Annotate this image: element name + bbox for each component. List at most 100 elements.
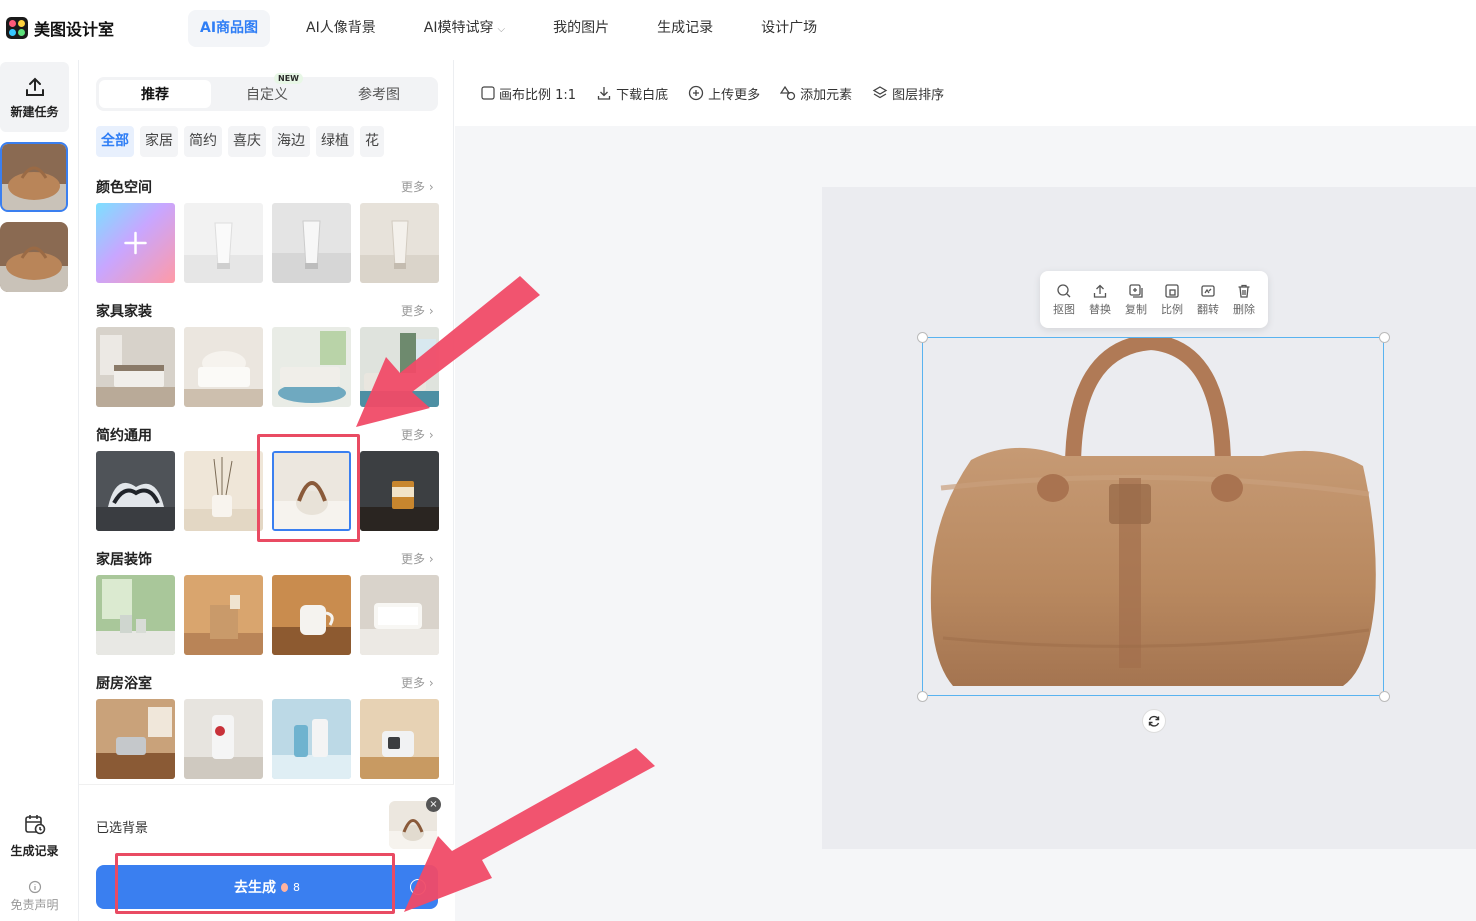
section-title: 家居装饰 xyxy=(96,552,152,568)
ratio-button[interactable]: 比例 xyxy=(1161,283,1183,317)
chip-plants[interactable]: 绿植 xyxy=(316,126,354,157)
resize-handle[interactable] xyxy=(917,332,928,343)
template-tile-custom-color[interactable] xyxy=(96,203,175,283)
resize-handle[interactable] xyxy=(1379,691,1390,702)
trash-icon xyxy=(1238,284,1250,298)
app-logo[interactable]: 美图设计室 xyxy=(6,16,114,40)
rotate-icon xyxy=(1148,715,1160,727)
chip-flowers[interactable]: 花 xyxy=(360,126,384,157)
more-link[interactable]: 更多 › xyxy=(401,178,434,195)
rotate-handle[interactable] xyxy=(1142,709,1166,733)
disclaimer-link[interactable]: 免责声明 xyxy=(0,880,69,913)
delete-button[interactable]: 删除 xyxy=(1233,283,1255,317)
template-tile[interactable] xyxy=(360,451,439,531)
copy-icon xyxy=(1129,283,1143,298)
template-panel: 推荐 自定义 NEW 参考图 全部 家居 简约 喜庆 海边 绿植 花 颜色空间 更… xyxy=(78,60,454,921)
product-image xyxy=(930,338,1376,686)
template-tile[interactable] xyxy=(184,203,263,283)
copy-button[interactable]: 复制 xyxy=(1125,283,1147,317)
chip-festive[interactable]: 喜庆 xyxy=(228,126,266,157)
section-title: 家具家装 xyxy=(96,304,152,320)
info-icon[interactable]: ! xyxy=(410,879,426,895)
template-tile[interactable] xyxy=(184,451,263,531)
template-tabs: 推荐 自定义 NEW 参考图 xyxy=(96,73,438,111)
product-selection-box[interactable] xyxy=(922,337,1384,696)
template-tile[interactable] xyxy=(272,327,351,407)
shapes-icon xyxy=(780,85,796,101)
upload-more-button[interactable]: 上传更多 xyxy=(688,84,760,103)
main-nav: AI商品图 AI人像背景 AI模特试穿 ⌵ 我的图片 生成记录 设计广场 xyxy=(188,10,853,47)
canvas-ratio-toggle[interactable]: 画布比例 1:1 xyxy=(481,84,576,103)
new-task-button[interactable]: 新建任务 xyxy=(0,62,69,132)
resize-handle[interactable] xyxy=(1379,332,1390,343)
template-row xyxy=(96,699,439,779)
nav-item-history[interactable]: 生成记录 xyxy=(645,10,725,47)
nav-item-my-images[interactable]: 我的图片 xyxy=(541,10,621,47)
cutout-icon xyxy=(1057,283,1071,297)
template-tile[interactable] xyxy=(96,327,175,407)
generate-button[interactable]: 去生成 8 ! xyxy=(96,865,438,909)
chip-simple[interactable]: 简约 xyxy=(184,126,222,157)
chevron-down-icon: ⌵ xyxy=(497,24,506,35)
template-tile[interactable] xyxy=(96,699,175,779)
section-title: 简约通用 xyxy=(96,428,152,444)
template-row xyxy=(96,451,439,531)
tab-recommend[interactable]: 推荐 xyxy=(99,80,211,108)
template-tile[interactable] xyxy=(96,575,175,655)
template-row xyxy=(96,203,439,283)
app-name: 美图设计室 xyxy=(34,20,115,39)
flip-button[interactable]: 翻转 xyxy=(1197,283,1219,317)
new-badge: NEW xyxy=(274,73,303,84)
selected-background-label: 已选背景 xyxy=(96,821,149,836)
history-button[interactable]: 生成记录 xyxy=(0,812,69,859)
nav-item-design-plaza[interactable]: 设计广场 xyxy=(749,10,829,47)
template-tile[interactable] xyxy=(272,575,351,655)
template-tile[interactable] xyxy=(184,327,263,407)
info-icon xyxy=(28,880,41,894)
flip-icon xyxy=(1201,284,1215,297)
workspace: 画布比例 1:1 下载白底 上传更多 添加元素 图层排序 抠图 替换 复制 比例… xyxy=(455,60,1476,921)
template-tile[interactable] xyxy=(360,203,439,283)
template-tile[interactable] xyxy=(360,327,439,407)
more-link[interactable]: 更多 › xyxy=(401,550,434,567)
nav-item-ai-model[interactable]: AI模特试穿 ⌵ xyxy=(412,10,517,47)
cutout-button[interactable]: 抠图 xyxy=(1053,283,1075,317)
resize-handle[interactable] xyxy=(917,691,928,702)
layer-order-button[interactable]: 图层排序 xyxy=(872,84,944,103)
template-row xyxy=(96,575,439,655)
replace-button[interactable]: 替换 xyxy=(1089,283,1111,317)
template-tile[interactable] xyxy=(184,699,263,779)
template-tile[interactable] xyxy=(184,575,263,655)
chip-all[interactable]: 全部 xyxy=(96,126,134,157)
close-icon[interactable]: × xyxy=(426,797,441,812)
chip-seaside[interactable]: 海边 xyxy=(272,126,310,157)
layers-icon xyxy=(872,86,888,99)
section-title: 颜色空间 xyxy=(96,180,152,196)
more-link[interactable]: 更多 › xyxy=(401,426,434,443)
add-element-button[interactable]: 添加元素 xyxy=(780,84,852,103)
template-tile[interactable] xyxy=(272,699,351,779)
template-tile[interactable] xyxy=(96,451,175,531)
task-thumbnail[interactable] xyxy=(0,142,68,212)
ratio-icon xyxy=(1165,283,1179,298)
upload-icon xyxy=(25,77,44,96)
chip-home[interactable]: 家居 xyxy=(140,126,178,157)
download-icon xyxy=(597,87,611,100)
nav-item-ai-product[interactable]: AI商品图 xyxy=(188,10,271,47)
template-tile[interactable] xyxy=(272,203,351,283)
nav-item-ai-portrait-bg[interactable]: AI人像背景 xyxy=(294,10,388,47)
more-link[interactable]: 更多 › xyxy=(401,674,434,691)
task-thumbnail[interactable] xyxy=(0,222,68,292)
tab-reference[interactable]: 参考图 xyxy=(323,80,435,108)
calendar-clock-icon xyxy=(24,815,45,835)
canvas-toolbar: 画布比例 1:1 下载白底 上传更多 添加元素 图层排序 xyxy=(455,60,1476,126)
tab-custom[interactable]: 自定义 NEW xyxy=(211,73,323,108)
template-tile-selected[interactable] xyxy=(272,451,351,531)
template-tile[interactable] xyxy=(360,699,439,779)
download-white-button[interactable]: 下载白底 xyxy=(596,84,668,103)
more-link[interactable]: 更多 › xyxy=(401,302,434,319)
credit-icon xyxy=(281,882,288,892)
upload-icon xyxy=(1093,284,1107,298)
template-tile[interactable] xyxy=(360,575,439,655)
template-row xyxy=(96,327,439,407)
